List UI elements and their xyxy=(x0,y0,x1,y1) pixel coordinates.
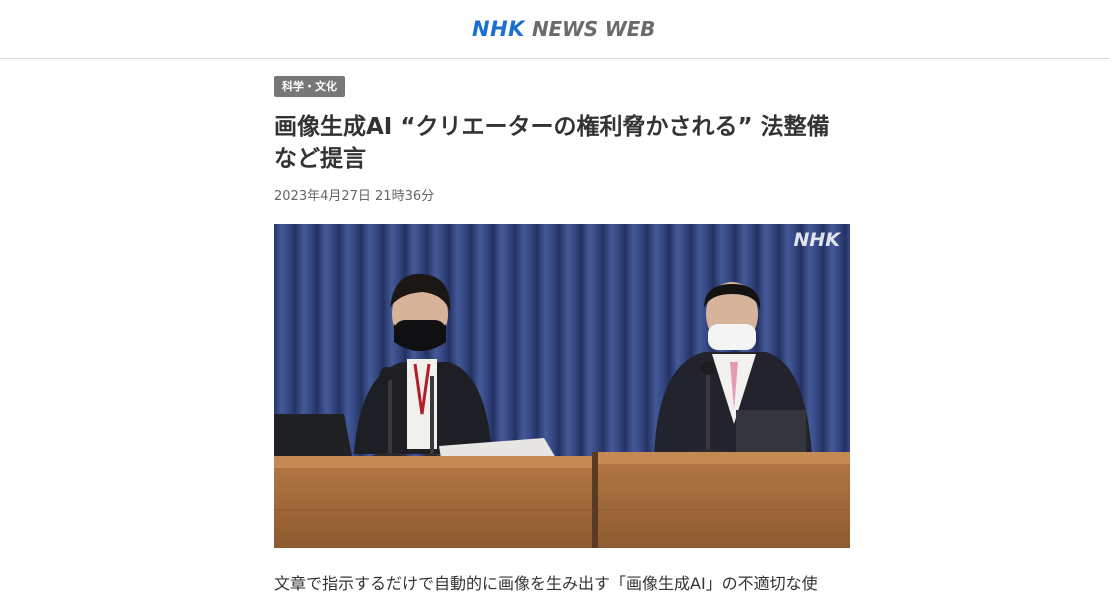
article-header: 科学・文化 画像生成AI “クリエーターの権利脅かされる” 法整備など提言 20… xyxy=(274,75,850,206)
article-body-first-line: 文章で指示するだけで自動的に画像を生み出す「画像生成AI」の不適切な使 xyxy=(274,574,818,593)
press-conference-photo: NHK xyxy=(274,224,850,548)
site-header: NHK NEWS WEB xyxy=(0,0,1109,59)
article-title: 画像生成AI “クリエーターの権利脅かされる” 法整備など提言 xyxy=(274,114,830,172)
logo-newsweb-text: NEWS WEB xyxy=(531,17,656,41)
category-badge[interactable]: 科学・文化 xyxy=(274,76,345,97)
nhk-news-web-logo[interactable]: NHK NEWS WEB xyxy=(472,16,655,42)
logo-nhk-text: NHK xyxy=(472,17,525,41)
photo-watermark: NHK xyxy=(793,229,841,251)
article-date: 2023年4月27日 21時36分 xyxy=(274,189,435,204)
